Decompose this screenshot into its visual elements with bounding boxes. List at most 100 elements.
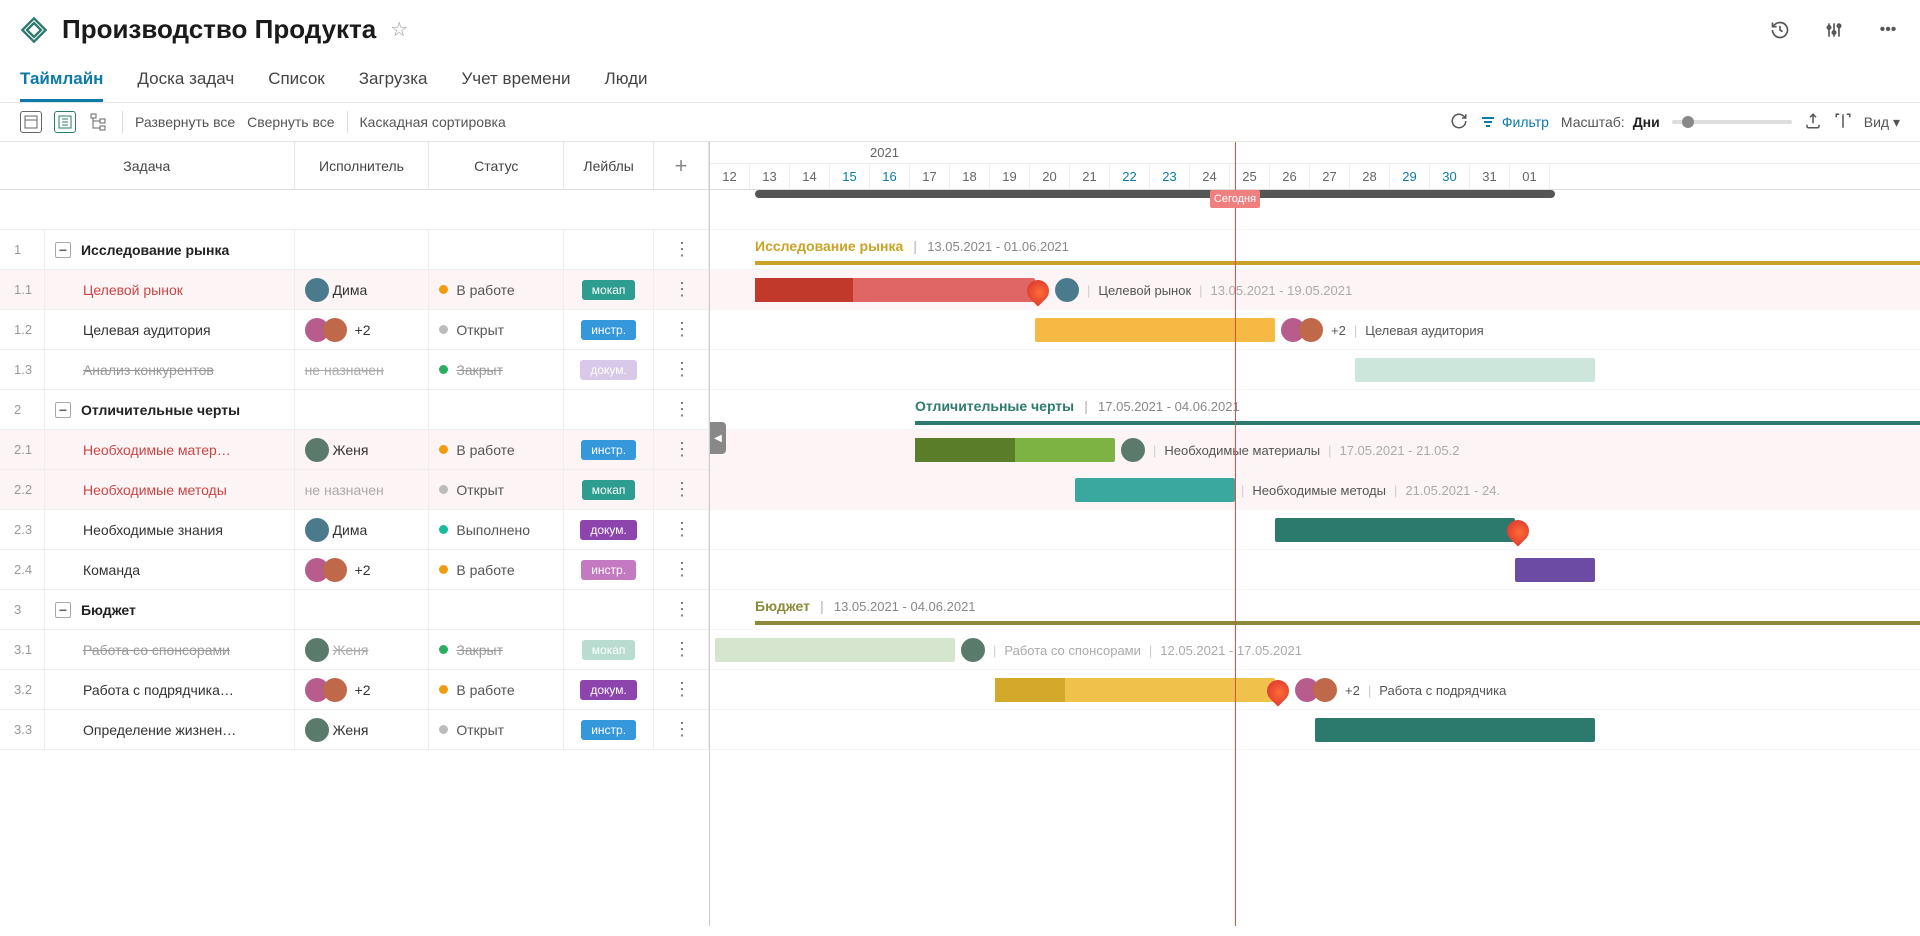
- day-22: 22: [1110, 164, 1150, 189]
- collapse-left-panel[interactable]: ◀: [710, 422, 726, 454]
- day-24: 24: [1190, 164, 1230, 189]
- gantt-bar[interactable]: [1035, 318, 1275, 342]
- row-menu-icon[interactable]: ⋮: [654, 630, 709, 669]
- task-row[interactable]: 3.2Работа с подрядчика…+2В работедокум.⋮: [0, 670, 709, 710]
- gantt-bar[interactable]: [1315, 718, 1595, 742]
- gantt-bar[interactable]: [915, 438, 1115, 462]
- gantt-row: +2|Работа с подрядчика: [710, 670, 1920, 710]
- settings-sliders-icon[interactable]: [1822, 18, 1846, 42]
- tab-1[interactable]: Доска задач: [137, 59, 234, 102]
- filter-button[interactable]: Фильтр: [1480, 114, 1549, 130]
- task-row[interactable]: 2.2Необходимые методыне назначенОткрытмо…: [0, 470, 709, 510]
- detail-panel-toggle[interactable]: [20, 111, 42, 133]
- gantt-row: [710, 710, 1920, 750]
- fit-icon[interactable]: [1834, 112, 1852, 133]
- day-17: 17: [910, 164, 950, 189]
- tab-0[interactable]: Таймлайн: [20, 59, 103, 102]
- task-row[interactable]: 2.3Необходимые знанияДимаВыполненодокум.…: [0, 510, 709, 550]
- gantt-bar[interactable]: [755, 278, 1035, 302]
- day-23: 23: [1150, 164, 1190, 189]
- label-tag: докум.: [580, 360, 637, 380]
- day-28: 28: [1350, 164, 1390, 189]
- label-tag: инстр.: [581, 320, 636, 340]
- cascade-sort-button[interactable]: Каскадная сортировка: [360, 114, 506, 130]
- gantt-bar[interactable]: [1075, 478, 1235, 502]
- task-row[interactable]: 1.3Анализ конкурентовне назначенЗакрытдо…: [0, 350, 709, 390]
- row-menu-icon[interactable]: ⋮: [654, 670, 709, 709]
- task-row[interactable]: 2.4Команда+2В работеинстр.⋮: [0, 550, 709, 590]
- row-menu-icon[interactable]: ⋮: [654, 310, 709, 349]
- row-menu-icon[interactable]: ⋮: [654, 430, 709, 469]
- row-menu-icon[interactable]: ⋮: [654, 270, 709, 309]
- row-menu-icon[interactable]: ⋮: [654, 350, 709, 389]
- gantt-bar[interactable]: [1515, 558, 1595, 582]
- row-menu-icon[interactable]: ⋮: [654, 550, 709, 589]
- app-logo[interactable]: [20, 16, 48, 44]
- view-menu[interactable]: Вид ▾: [1864, 114, 1900, 131]
- day-01: 01: [1510, 164, 1550, 189]
- task-row[interactable]: 1.2Целевая аудитория+2Открытинстр.⋮: [0, 310, 709, 350]
- today-badge: Сегодня: [1210, 190, 1260, 208]
- tab-5[interactable]: Люди: [605, 59, 648, 102]
- label-tag: мокап: [582, 480, 636, 500]
- group-row[interactable]: 1−Исследование рынка⋮: [0, 230, 709, 270]
- avatar: [305, 278, 329, 302]
- day-31: 31: [1470, 164, 1510, 189]
- page-title: Производство Продукта: [62, 14, 376, 45]
- zoom-slider[interactable]: [1672, 120, 1792, 124]
- label-tag: инстр.: [581, 720, 636, 740]
- star-icon[interactable]: ☆: [390, 17, 408, 42]
- day-27: 27: [1310, 164, 1350, 189]
- row-menu-icon[interactable]: ⋮: [654, 710, 709, 749]
- filter-label: Фильтр: [1502, 114, 1549, 130]
- collapse-all-button[interactable]: Свернуть все: [247, 114, 334, 130]
- task-panel-toggle[interactable]: [54, 111, 76, 133]
- row-menu-icon[interactable]: ⋮: [654, 390, 709, 429]
- column-task[interactable]: Задача: [0, 142, 295, 189]
- task-row[interactable]: 3.3Определение жизнен…ЖеняОткрытинстр.⋮: [0, 710, 709, 750]
- hierarchy-icon[interactable]: [88, 111, 110, 133]
- collapse-toggle[interactable]: −: [55, 602, 71, 618]
- collapse-toggle[interactable]: −: [55, 242, 71, 258]
- column-assignee[interactable]: Исполнитель: [295, 142, 430, 189]
- gantt-bar[interactable]: [715, 638, 955, 662]
- group-row[interactable]: 2−Отличительные черты⋮: [0, 390, 709, 430]
- row-menu-icon[interactable]: ⋮: [654, 590, 709, 629]
- export-icon[interactable]: [1804, 112, 1822, 133]
- task-row[interactable]: 3.1Работа со спонсорамиЖеняЗакрытмокап⋮: [0, 630, 709, 670]
- expand-all-button[interactable]: Развернуть все: [135, 114, 235, 130]
- task-row[interactable]: 2.1Необходимые матер…ЖеняВ работеинстр.⋮: [0, 430, 709, 470]
- column-labels[interactable]: Лейблы: [564, 142, 654, 189]
- label-tag: мокап: [582, 640, 636, 660]
- gantt-bar[interactable]: [1355, 358, 1595, 382]
- label-tag: докум.: [580, 680, 637, 700]
- day-21: 21: [1070, 164, 1110, 189]
- more-menu-icon[interactable]: •••: [1876, 18, 1900, 42]
- history-icon[interactable]: [1768, 18, 1792, 42]
- label-tag: мокап: [582, 280, 636, 300]
- row-menu-icon[interactable]: ⋮: [654, 230, 709, 269]
- group-row[interactable]: 3−Бюджет⋮: [0, 590, 709, 630]
- today-line: [1235, 142, 1236, 926]
- day-14: 14: [790, 164, 830, 189]
- gantt-row: |Целевой рынок|13.05.2021 - 19.05.2021: [710, 270, 1920, 310]
- add-column-button[interactable]: +: [654, 142, 709, 189]
- gantt-row: [710, 350, 1920, 390]
- gantt-bar[interactable]: [1275, 518, 1515, 542]
- tab-2[interactable]: Список: [268, 59, 325, 102]
- collapse-toggle[interactable]: −: [55, 402, 71, 418]
- refresh-icon[interactable]: [1450, 112, 1468, 133]
- label-tag: инстр.: [581, 560, 636, 580]
- day-13: 13: [750, 164, 790, 189]
- row-menu-icon[interactable]: ⋮: [654, 510, 709, 549]
- tab-4[interactable]: Учет времени: [462, 59, 571, 102]
- avatar: [305, 638, 329, 662]
- row-menu-icon[interactable]: ⋮: [654, 470, 709, 509]
- gantt-bar[interactable]: [995, 678, 1275, 702]
- tab-3[interactable]: Загрузка: [359, 59, 428, 102]
- task-row[interactable]: 1.1Целевой рынокДимаВ работемокап⋮: [0, 270, 709, 310]
- zoom-control: Масштаб: Дни: [1561, 114, 1660, 130]
- column-status[interactable]: Статус: [429, 142, 564, 189]
- day-30: 30: [1430, 164, 1470, 189]
- gantt-row: Бюджет|13.05.2021 - 04.06.2021: [710, 590, 1920, 630]
